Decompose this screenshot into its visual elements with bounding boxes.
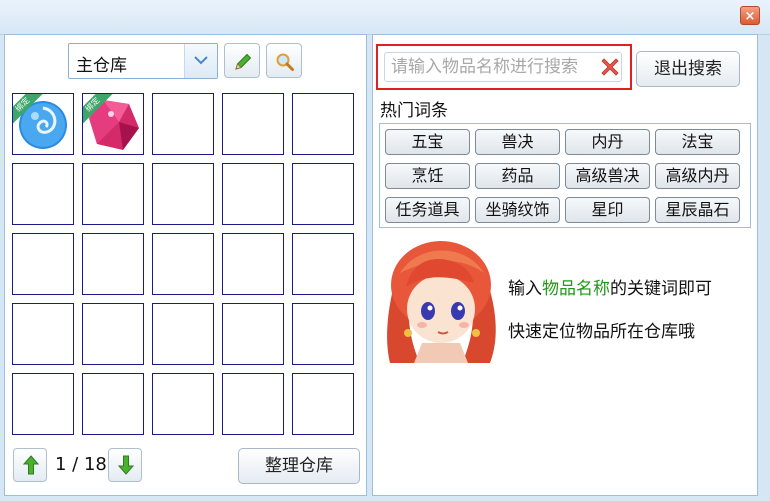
item-slot[interactable] xyxy=(222,303,284,365)
page-indicator: 1 / 18 xyxy=(55,454,107,475)
item-slot[interactable] xyxy=(222,373,284,435)
hot-keyword-tag[interactable]: 星辰晶石 xyxy=(655,197,740,223)
close-button[interactable]: × xyxy=(740,6,760,25)
hot-keyword-tag[interactable]: 兽决 xyxy=(475,129,560,155)
arrow-down-icon xyxy=(118,455,134,475)
item-slot[interactable] xyxy=(82,373,144,435)
item-slot[interactable] xyxy=(12,233,74,295)
item-slot[interactable] xyxy=(152,303,214,365)
item-slot[interactable] xyxy=(82,163,144,225)
warehouse-select-value: 主仓库 xyxy=(76,56,127,76)
item-slot[interactable] xyxy=(12,163,74,225)
item-slot[interactable] xyxy=(152,163,214,225)
sort-warehouse-button[interactable]: 整理仓库 xyxy=(238,448,360,484)
search-box xyxy=(376,44,632,90)
warehouse-select[interactable]: 主仓库 xyxy=(68,43,218,79)
search-toggle-button[interactable] xyxy=(266,43,302,78)
item-slot[interactable] xyxy=(152,93,214,155)
item-slot[interactable] xyxy=(82,233,144,295)
item-slot[interactable] xyxy=(292,303,354,365)
tip-line-2: 快速定位物品所在仓库哦 xyxy=(508,322,695,342)
hot-keyword-tag[interactable]: 高级内丹 xyxy=(655,163,740,189)
arrow-up-icon xyxy=(23,455,39,475)
hot-keyword-tag[interactable]: 烹饪 xyxy=(385,163,470,189)
item-slot[interactable] xyxy=(12,303,74,365)
item-slot[interactable] xyxy=(82,303,144,365)
magnifier-icon xyxy=(276,53,294,71)
item-slot[interactable] xyxy=(292,233,354,295)
title-bar: × xyxy=(0,0,770,35)
hot-keyword-tag[interactable]: 星印 xyxy=(565,197,650,223)
item-slot[interactable] xyxy=(222,163,284,225)
page-down-button[interactable] xyxy=(108,448,142,482)
tip-line-1: 输入物品名称的关键词即可 xyxy=(508,279,712,299)
item-slot[interactable] xyxy=(292,373,354,435)
hot-keywords-title: 热门词条 xyxy=(380,101,448,121)
hot-keyword-tag[interactable]: 任务道具 xyxy=(385,197,470,223)
item-slot[interactable] xyxy=(222,233,284,295)
item-slot[interactable] xyxy=(152,373,214,435)
rename-button[interactable] xyxy=(224,43,260,78)
clear-search-icon[interactable] xyxy=(599,56,621,78)
character-illustration xyxy=(387,241,496,363)
item-slot[interactable] xyxy=(292,93,354,155)
item-slot[interactable] xyxy=(222,93,284,155)
hot-keyword-tag[interactable]: 法宝 xyxy=(655,129,740,155)
item-slot[interactable] xyxy=(152,233,214,295)
tip-highlight: 物品名称 xyxy=(542,279,610,299)
pencil-icon xyxy=(235,53,252,70)
search-input[interactable] xyxy=(384,52,622,82)
page-up-button[interactable] xyxy=(13,448,47,482)
item-slot[interactable]: 绑定 xyxy=(12,93,74,155)
chevron-down-icon[interactable] xyxy=(184,44,217,78)
exit-search-button[interactable]: 退出搜索 xyxy=(636,51,740,87)
hot-keyword-tag[interactable]: 坐骑纹饰 xyxy=(475,197,560,223)
hot-keyword-tag[interactable]: 五宝 xyxy=(385,129,470,155)
item-slot[interactable] xyxy=(292,163,354,225)
hot-keyword-tag[interactable]: 内丹 xyxy=(565,129,650,155)
hot-keyword-tag[interactable]: 药品 xyxy=(475,163,560,189)
item-slot[interactable] xyxy=(12,373,74,435)
item-slot[interactable]: 绑定 xyxy=(82,93,144,155)
hot-keyword-tag[interactable]: 高级兽决 xyxy=(565,163,650,189)
